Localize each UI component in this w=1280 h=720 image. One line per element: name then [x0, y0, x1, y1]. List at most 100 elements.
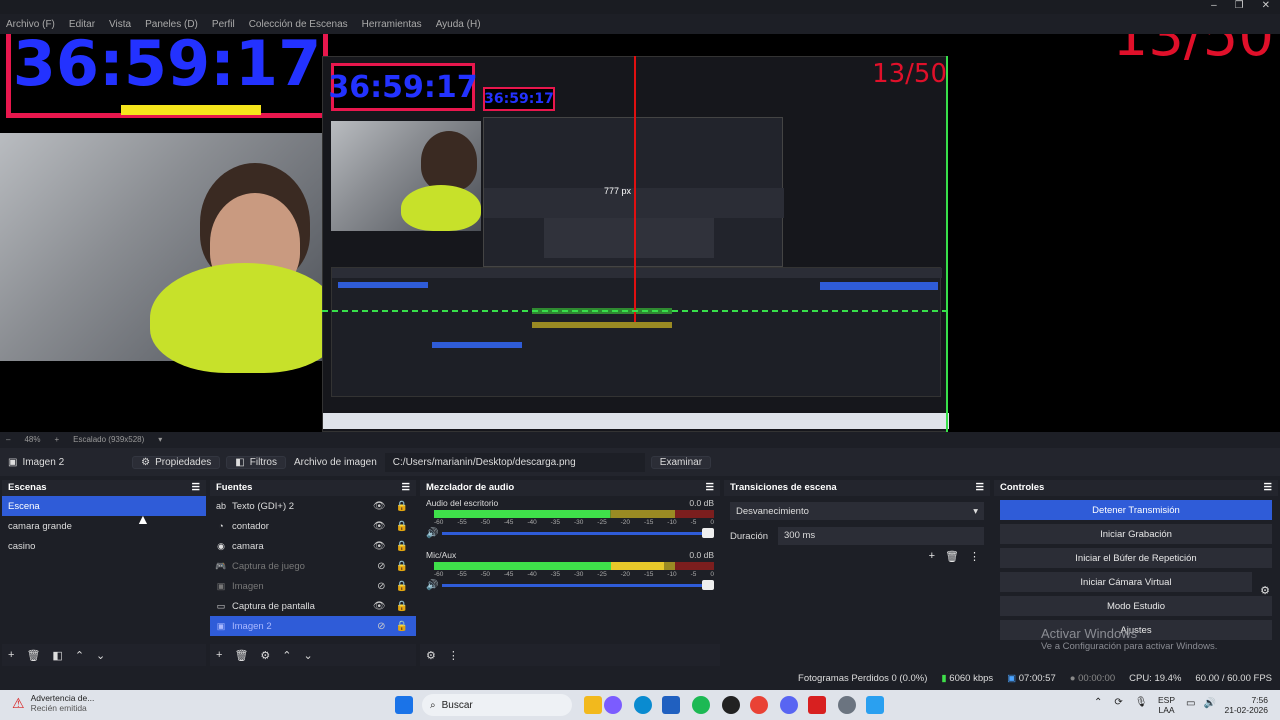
edge-icon[interactable]: [634, 696, 652, 714]
browse-button[interactable]: Examinar: [650, 455, 712, 469]
gear-icon[interactable]: ⚙: [426, 649, 436, 662]
volume-slider[interactable]: [442, 528, 714, 538]
chevron-down-icon[interactable]: ▾: [158, 435, 162, 444]
trash-icon[interactable]: 🗑: [945, 550, 959, 563]
speaker-icon[interactable]: 🔊: [426, 580, 438, 591]
gear-icon[interactable]: ⚙: [1260, 584, 1270, 597]
transition-select[interactable]: Desvanecimiento ▾: [730, 502, 984, 520]
trash-icon[interactable]: 🗑: [234, 649, 248, 662]
eye-hidden-icon[interactable]: ⊘: [377, 561, 385, 572]
spotify-icon[interactable]: [692, 696, 710, 714]
lock-icon[interactable]: 🔒: [396, 581, 408, 592]
lock-icon[interactable]: 🔒: [396, 541, 408, 552]
sync-icon[interactable]: ⟳: [1114, 697, 1122, 708]
scene-item-escena[interactable]: Escena: [2, 496, 206, 516]
dock-menu-icon[interactable]: ☰: [401, 482, 410, 494]
replay-buffer-button[interactable]: Iniciar el Búfer de Repetición: [1000, 548, 1272, 568]
network-icon[interactable]: ▭: [1186, 698, 1195, 709]
menu-vista[interactable]: Vista: [109, 19, 131, 30]
chevron-up-icon[interactable]: ⌃: [1094, 697, 1102, 708]
studio-mode-button[interactable]: Modo Estudio: [1000, 596, 1272, 616]
dock-menu-icon[interactable]: ☰: [191, 482, 200, 494]
windows-start-icon[interactable]: [395, 696, 413, 714]
scene-item-camara-grande[interactable]: camara grande: [2, 516, 206, 536]
close-button[interactable]: ✕: [1262, 0, 1270, 14]
menu-archivo[interactable]: Archivo (F): [6, 19, 55, 30]
eye-icon[interactable]: 👁: [373, 501, 386, 512]
slider-knob[interactable]: [702, 580, 714, 590]
copilot-icon[interactable]: [604, 696, 622, 714]
menu-editar[interactable]: Editar: [69, 19, 95, 30]
app-icon[interactable]: [866, 696, 884, 714]
slider-knob[interactable]: [702, 528, 714, 538]
source-item-captura-juego[interactable]: 🎮 Captura de juego ⊘ 🔒: [210, 556, 416, 576]
volume-icon[interactable]: 🔊: [1203, 698, 1215, 709]
eye-icon[interactable]: 👁: [373, 541, 386, 552]
eye-icon[interactable]: 👁: [373, 601, 386, 612]
menu-paneles[interactable]: Paneles (D): [145, 19, 198, 30]
discord-icon[interactable]: [780, 696, 798, 714]
eye-icon[interactable]: 👁: [373, 521, 386, 532]
add-icon[interactable]: +: [216, 649, 222, 661]
source-item-camara[interactable]: ◉ camara 👁 🔒: [210, 536, 416, 556]
lock-icon[interactable]: 🔒: [396, 521, 408, 532]
menu-coleccion[interactable]: Colección de Escenas: [249, 19, 348, 30]
clock[interactable]: 7:56 21-02-2026: [1225, 695, 1268, 715]
scenes-list: Escena camara grande casino: [2, 496, 206, 644]
dock-menu-icon[interactable]: ☰: [705, 482, 714, 494]
adobe-icon[interactable]: [808, 696, 826, 714]
properties-button[interactable]: ⚙ Propiedades: [132, 455, 221, 469]
arrow-down-icon[interactable]: ⌄: [304, 649, 313, 662]
obs-icon[interactable]: [722, 696, 740, 714]
source-item-texto[interactable]: ab Texto (GDI+) 2 👁 🔒: [210, 496, 416, 516]
store-icon[interactable]: [662, 696, 680, 714]
gear-icon[interactable]: ⚙: [260, 649, 270, 662]
menu-herramientas[interactable]: Herramientas: [362, 19, 422, 30]
zoom-plus[interactable]: +: [54, 435, 59, 444]
file-explorer-icon[interactable]: [584, 696, 602, 714]
dock-menu-icon[interactable]: ☰: [975, 482, 984, 494]
more-icon[interactable]: ⋮: [448, 649, 459, 662]
arrow-down-icon[interactable]: ⌄: [96, 649, 105, 662]
filter-icon[interactable]: ◧: [52, 649, 62, 662]
source-item-imagen[interactable]: ▣ Imagen ⊘ 🔒: [210, 576, 416, 596]
lock-icon[interactable]: 🔒: [396, 561, 408, 572]
eye-hidden-icon[interactable]: ⊘: [377, 621, 385, 632]
arrow-up-icon[interactable]: ⌃: [75, 649, 84, 662]
maximize-button[interactable]: ❐: [1235, 0, 1244, 14]
scale-tick: -55: [457, 571, 467, 578]
language-indicator[interactable]: ESP LAA: [1158, 695, 1175, 715]
stop-stream-button[interactable]: Detener Transmisión: [1000, 500, 1272, 520]
zoom-minus[interactable]: –: [6, 435, 10, 444]
more-icon[interactable]: ⋮: [969, 550, 980, 563]
preview-canvas[interactable]: 36:59:17 13/50 36:59:17 13/50 36:59:17 7…: [0, 34, 1280, 432]
lock-icon[interactable]: 🔒: [396, 501, 408, 512]
chrome-icon[interactable]: [750, 696, 768, 714]
minimize-button[interactable]: –: [1211, 0, 1217, 14]
taskbar-search[interactable]: ⌕ Buscar: [422, 694, 572, 716]
add-icon[interactable]: +: [8, 649, 14, 661]
scene-item-casino[interactable]: casino: [2, 536, 206, 556]
dock-menu-icon[interactable]: ☰: [1263, 482, 1272, 494]
speaker-icon[interactable]: 🔊: [426, 528, 438, 539]
menu-perfil[interactable]: Perfil: [212, 19, 235, 30]
add-icon[interactable]: +: [929, 550, 935, 563]
duration-field[interactable]: 300 ms: [778, 527, 984, 545]
trash-icon[interactable]: 🗑: [26, 649, 40, 662]
start-recording-button[interactable]: Iniciar Grabación: [1000, 524, 1272, 544]
image-path-field[interactable]: C:/Users/marianin/Desktop/descarga.png: [384, 452, 645, 472]
lock-icon[interactable]: 🔒: [396, 601, 408, 612]
lock-icon[interactable]: 🔒: [396, 621, 408, 632]
virtual-camera-button[interactable]: Iniciar Cámara Virtual: [1000, 572, 1252, 592]
notification[interactable]: ⚠ Advertencia de... Recién emitida: [12, 693, 94, 713]
settings-icon[interactable]: [838, 696, 856, 714]
menu-ayuda[interactable]: Ayuda (H): [436, 19, 481, 30]
volume-slider[interactable]: [442, 580, 714, 590]
source-item-imagen-2[interactable]: ▣ Imagen 2 ⊘ 🔒: [210, 616, 416, 636]
eye-hidden-icon[interactable]: ⊘: [377, 581, 385, 592]
filters-button[interactable]: ◧ Filtros: [226, 455, 286, 469]
source-item-contador[interactable]: ◔ contador 👁 🔒: [210, 516, 416, 536]
microphone-icon[interactable]: 🎙: [1135, 697, 1148, 708]
arrow-up-icon[interactable]: ⌃: [282, 649, 291, 662]
source-item-captura-pantalla[interactable]: ▭ Captura de pantalla 👁 🔒: [210, 596, 416, 616]
